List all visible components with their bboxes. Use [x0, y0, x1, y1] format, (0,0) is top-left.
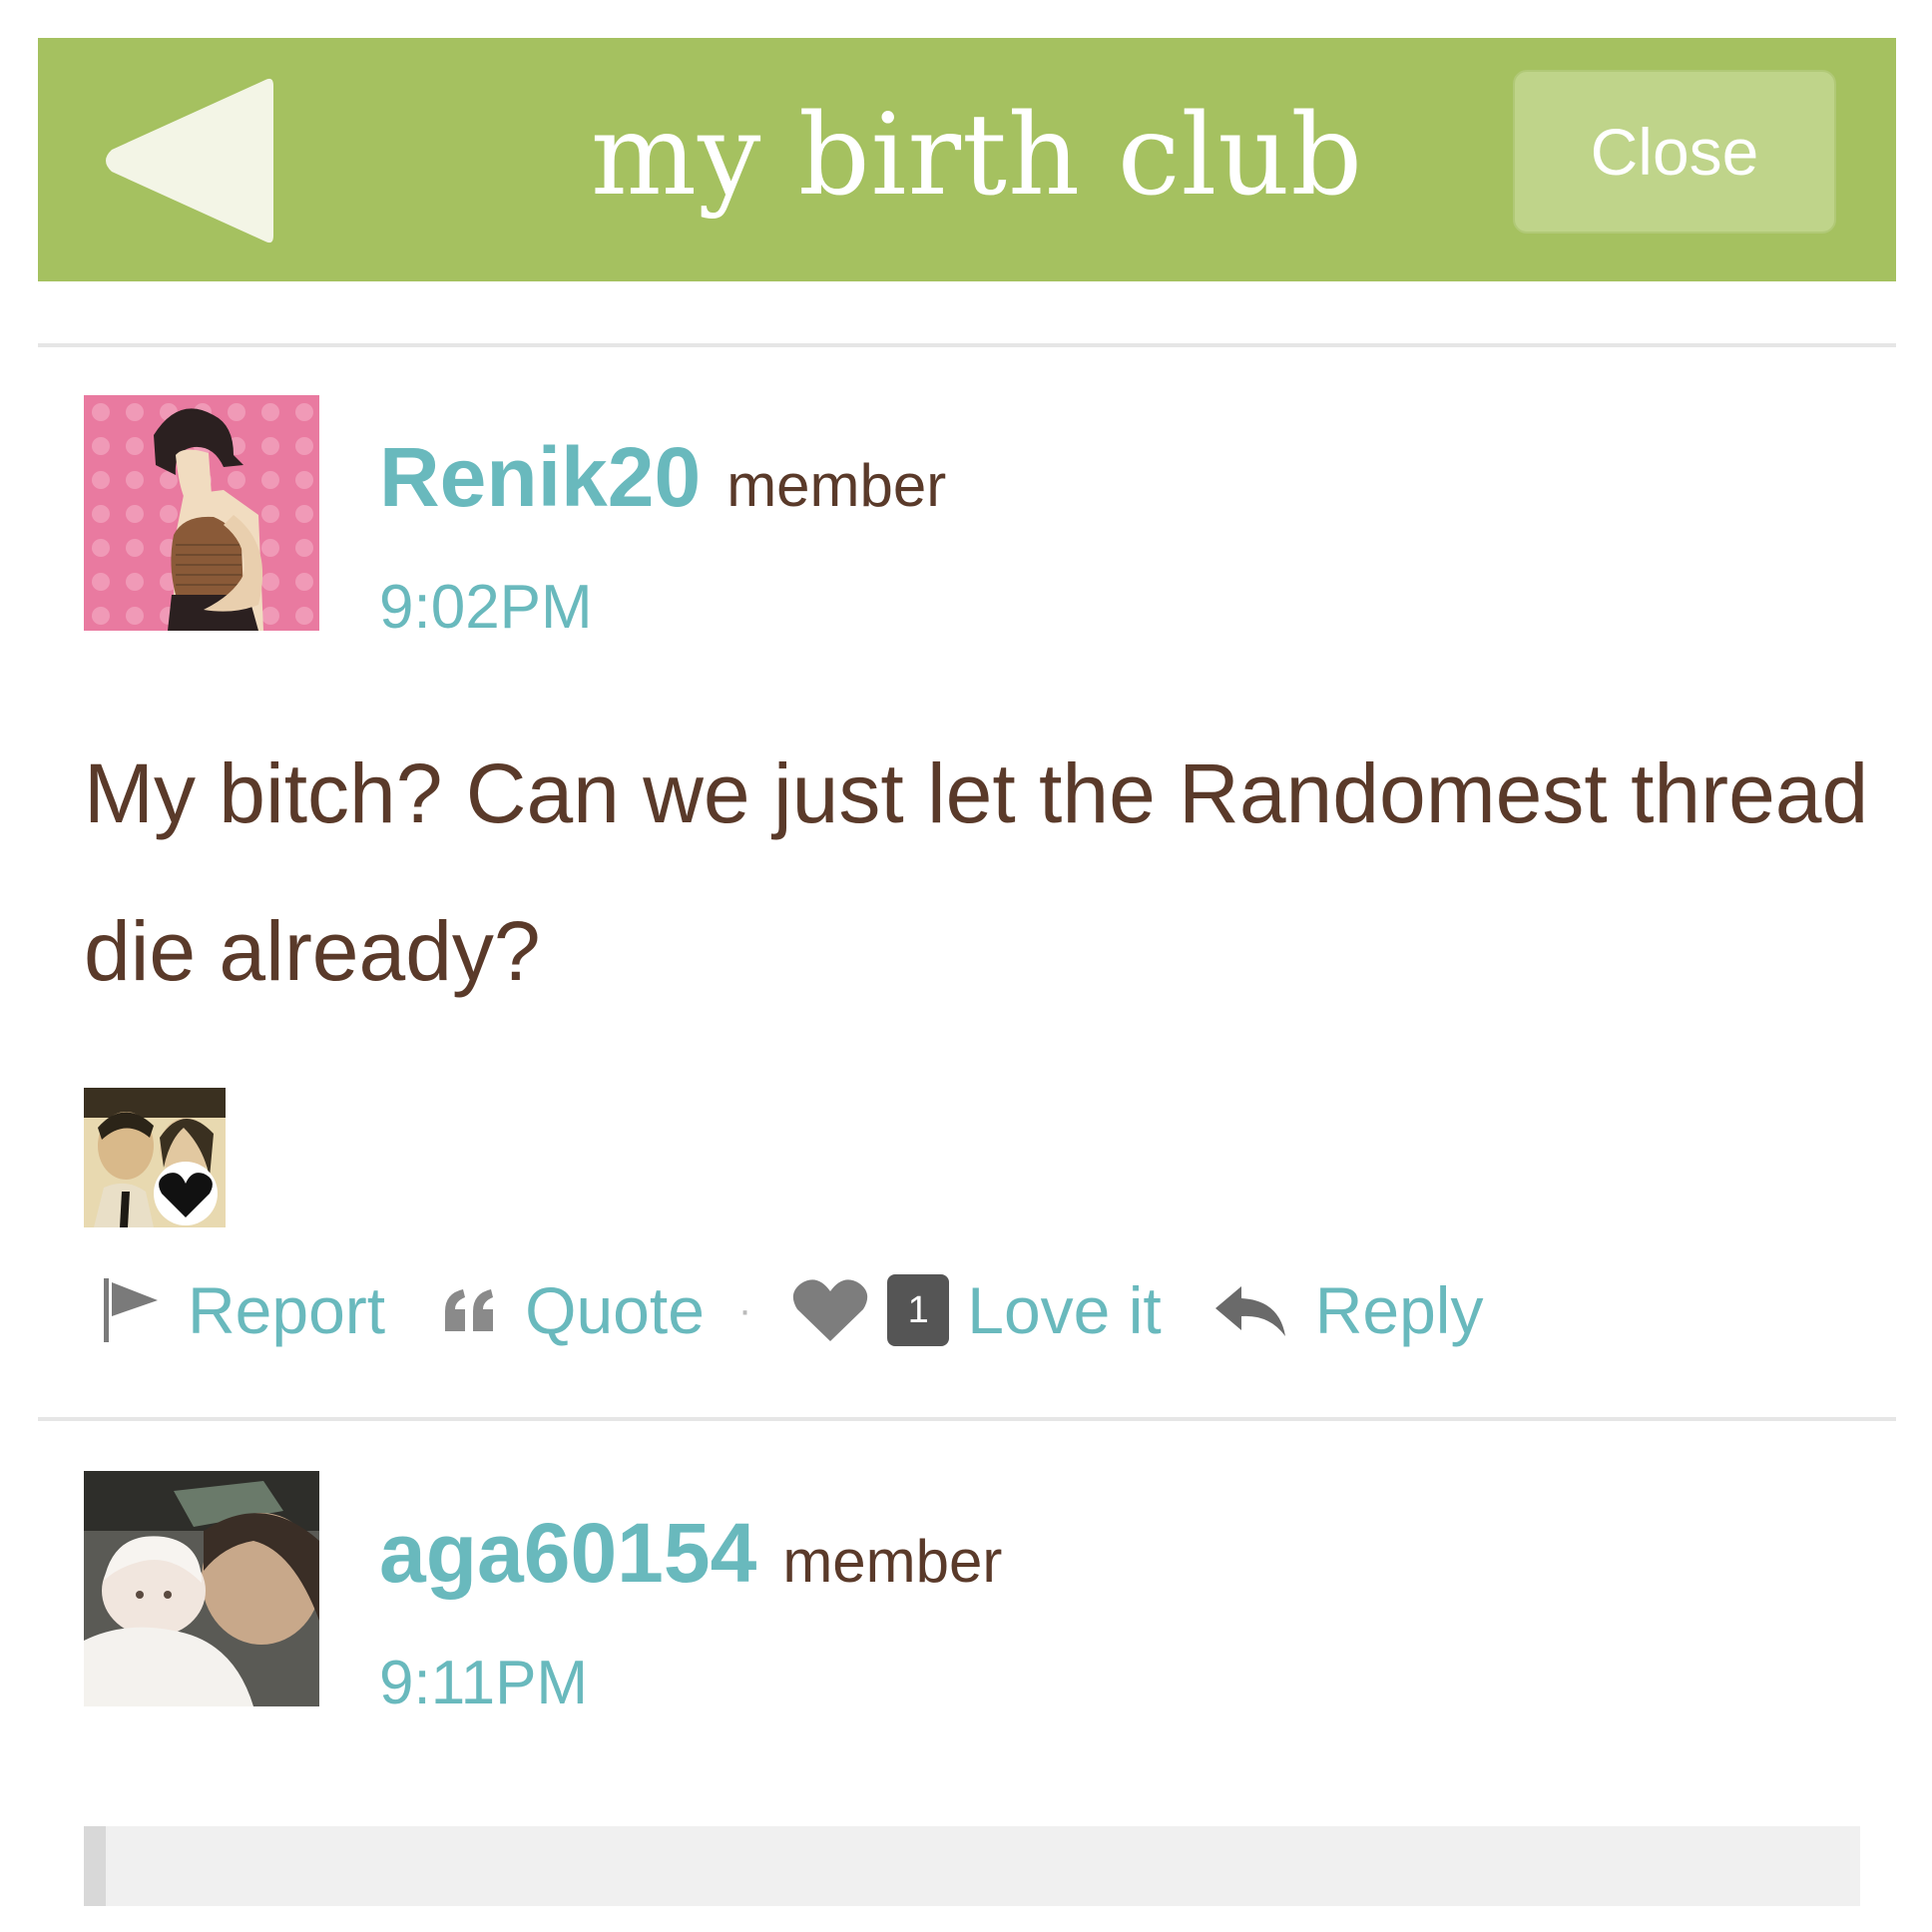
separator-dot: · — [737, 1287, 752, 1332]
next-post-preview — [84, 1826, 1860, 1906]
pregnant-woman-avatar-icon — [84, 395, 319, 631]
member-role: member — [782, 1528, 1003, 1595]
post-author[interactable]: Renik20 member — [379, 435, 946, 519]
couple-photo-icon — [84, 1088, 226, 1227]
member-role: member — [726, 452, 947, 519]
report-button[interactable]: Report — [100, 1272, 385, 1348]
divider — [38, 343, 1896, 347]
avatar[interactable] — [84, 395, 319, 631]
reply-arrow-icon — [1214, 1286, 1285, 1336]
love-count-badge: 1 — [887, 1274, 950, 1346]
quote-icon — [445, 1289, 494, 1331]
baby-photo-avatar-icon — [84, 1471, 319, 1706]
divider — [38, 1417, 1896, 1421]
username[interactable]: aga60154 — [379, 1506, 756, 1600]
post-timestamp: 9:02PM — [379, 573, 593, 642]
post-timestamp: 9:11PM — [379, 1649, 589, 1717]
close-button[interactable]: Close — [1513, 70, 1836, 234]
love-button[interactable]: 1 Love it — [789, 1272, 1162, 1348]
lover-avatar[interactable] — [84, 1088, 226, 1227]
reply-button[interactable]: Reply — [1213, 1272, 1484, 1348]
quote-label[interactable]: Quote — [525, 1272, 705, 1348]
post-actions: Report Quote · 1 Love it Reply — [100, 1265, 1483, 1355]
username[interactable]: Renik20 — [379, 430, 701, 524]
post-body: My bitch? Can we just let the Randomest … — [84, 746, 1869, 998]
header-bar: my birth club Close — [38, 38, 1896, 281]
love-label[interactable]: Love it — [967, 1272, 1161, 1348]
report-label[interactable]: Report — [188, 1272, 385, 1348]
post-author[interactable]: aga60154 member — [379, 1511, 1002, 1595]
flag-icon — [104, 1278, 158, 1342]
heart-icon — [793, 1279, 868, 1341]
avatar[interactable] — [84, 1471, 319, 1706]
quote-button[interactable]: Quote — [441, 1272, 705, 1348]
reply-label[interactable]: Reply — [1315, 1272, 1484, 1348]
